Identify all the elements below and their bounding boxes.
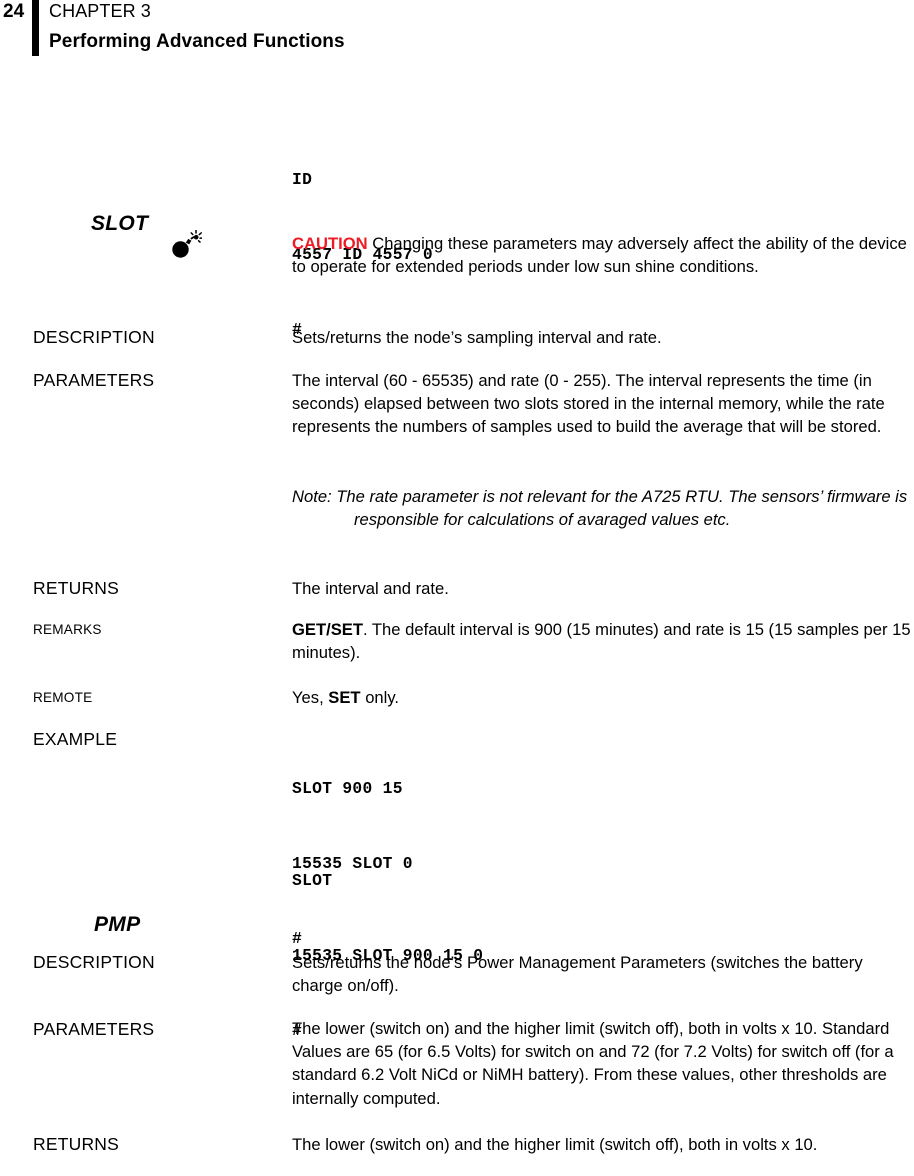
parameters-note: Note: The rate parameter is not relevant…: [292, 487, 908, 530]
field-value-parameters-pmp: The lower (switch on) and the higher lim…: [292, 1019, 894, 1108]
field-label-remarks: REMARKS: [33, 622, 102, 637]
field-value-returns-pmp: The lower (switch on) and the higher lim…: [292, 1135, 818, 1154]
field-value-description-pmp: Sets/returns the node’s Power Management…: [292, 953, 863, 996]
document-page: 24 CHAPTER 3 Performing Advanced Functio…: [0, 0, 914, 1176]
field-label-returns: RETURNS: [33, 578, 119, 598]
code-line: ID: [292, 170, 313, 189]
page-header: 24 CHAPTER 3 Performing Advanced Functio…: [0, 0, 914, 60]
page-number: 24: [3, 1, 25, 22]
remote-suffix: only.: [360, 688, 400, 707]
field-value-remarks: GET/SET. The default interval is 900 (15…: [292, 618, 912, 664]
caution-text: Changing these parameters may adversely …: [292, 234, 907, 277]
field-value-description: Sets/returns the node’s sampling interva…: [292, 328, 662, 347]
header-vertical-rule: [32, 0, 39, 56]
field-value-remote: Yes, SET only.: [292, 686, 912, 709]
field-label-description-pmp: DESCRIPTION: [33, 952, 155, 972]
bomb-icon: [168, 229, 203, 260]
field-value-parameters: The interval (60 - 65535) and rate (0 - …: [292, 371, 885, 437]
field-label-description: DESCRIPTION: [33, 327, 155, 347]
field-label-parameters: PARAMETERS: [33, 370, 155, 390]
field-label-remote: REMOTE: [33, 690, 93, 705]
field-label-returns-pmp: RETURNS: [33, 1134, 119, 1154]
remarks-command: GET/SET: [292, 620, 363, 639]
remote-command: SET: [328, 688, 361, 707]
code-line: SLOT: [292, 871, 333, 890]
caution-label: CAUTION: [292, 234, 368, 253]
caution-block: CAUTION Changing these parameters may ad…: [292, 232, 912, 278]
field-label-parameters-pmp: PARAMETERS: [33, 1019, 155, 1039]
remote-prefix: Yes,: [292, 688, 329, 707]
code-line: SLOT 900 15: [292, 779, 403, 798]
field-label-example: EXAMPLE: [33, 729, 118, 749]
command-heading-slot: SLOT: [91, 212, 149, 235]
remarks-text: . The default interval is 900 (15 minute…: [292, 620, 911, 663]
field-value-returns: The interval and rate.: [292, 579, 449, 598]
command-heading-pmp: PMP: [94, 913, 141, 936]
page-title: Performing Advanced Functions: [49, 31, 345, 52]
chapter-label: CHAPTER 3: [49, 1, 151, 21]
